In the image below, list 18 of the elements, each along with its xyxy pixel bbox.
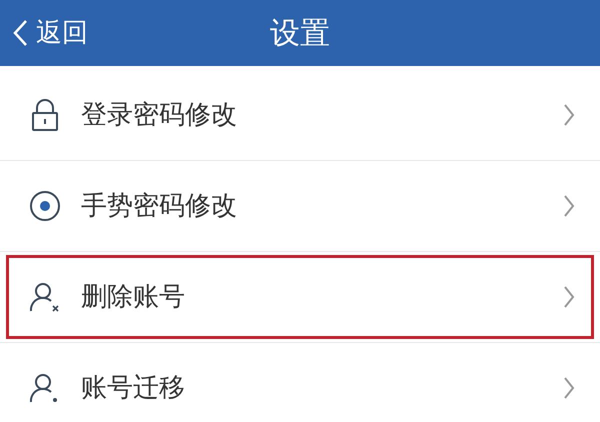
lock-icon	[31, 98, 59, 132]
settings-item[interactable]: 手势密码修改	[6, 164, 594, 248]
item-label: 账号迁移	[81, 372, 186, 404]
settings-item[interactable]: 登录密码修改	[6, 73, 594, 157]
user-remove-icon	[29, 281, 61, 313]
page-title: 设置	[270, 14, 330, 52]
chevron-right-icon	[563, 103, 575, 127]
settings-item[interactable]: 删除账号	[6, 255, 594, 339]
item-label: 登录密码修改	[81, 98, 238, 132]
chevron-left-icon	[12, 19, 28, 47]
back-button[interactable]: 返回	[0, 14, 88, 52]
chevron-right-icon	[563, 285, 575, 309]
target-icon	[29, 190, 61, 222]
settings-item[interactable]: 账号迁移	[6, 346, 594, 422]
item-label: 删除账号	[81, 280, 186, 314]
chevron-right-icon	[563, 376, 575, 400]
chevron-right-icon	[563, 194, 575, 218]
item-label: 手势密码修改	[81, 190, 238, 222]
